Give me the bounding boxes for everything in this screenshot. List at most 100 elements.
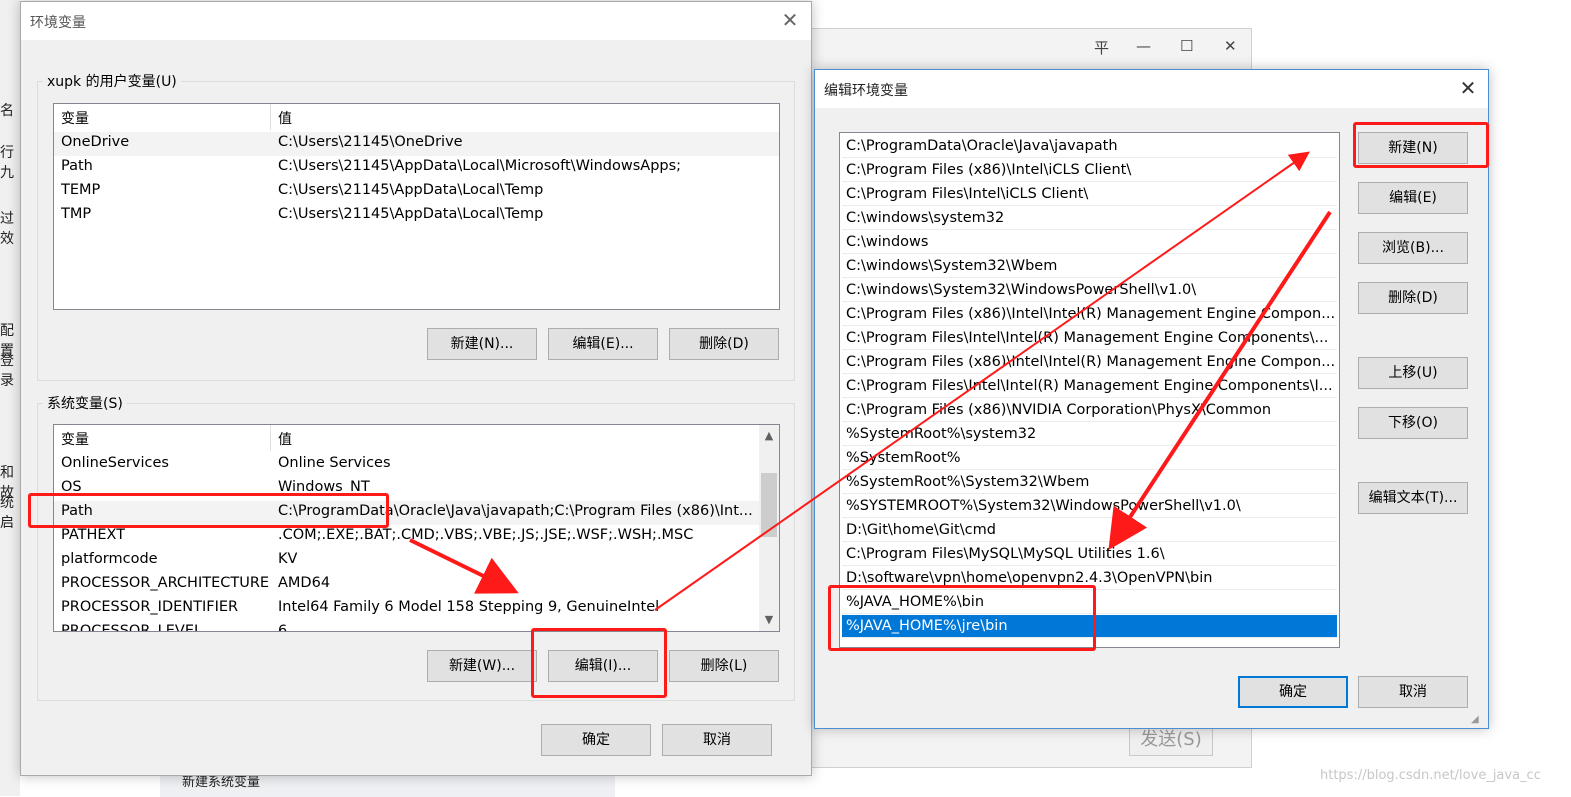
system-variables-list[interactable]: 变量 值 OnlineServices Online Services OS W… — [53, 424, 780, 632]
variable-value: 6 — [278, 623, 288, 632]
path-entry[interactable]: C:\windows — [842, 231, 1337, 254]
table-row[interactable]: PROCESSOR_LEVEL 6 — [54, 621, 779, 632]
table-row[interactable]: OnlineServices Online Services — [54, 453, 779, 477]
variable-value: C:\Users\21145\OneDrive — [278, 134, 463, 150]
column-header-variable[interactable]: 变量 — [61, 108, 89, 128]
path-entry[interactable]: C:\Program Files\MySQL\MySQL Utilities 1… — [842, 543, 1337, 566]
pin-icon[interactable]: 平 — [1094, 37, 1109, 58]
variable-name: platformcode — [61, 551, 158, 567]
variable-value: .COM;.EXE;.BAT;.CMD;.VBS;.VBE;.JS;.JSE;.… — [278, 527, 694, 543]
path-entry[interactable]: %SYSTEMROOT%\System32\WindowsPowerShell\… — [842, 495, 1337, 518]
env-ok-button[interactable]: 确定 — [541, 724, 651, 756]
variable-value: C:\Users\21145\AppData\Local\Temp — [278, 206, 544, 222]
background-left-panel: 名 行九 过效 配置 登录 和故 统启 — [0, 0, 20, 796]
path-entry[interactable]: C:\windows\system32 — [842, 207, 1337, 230]
send-button[interactable]: 发送(S) — [1129, 726, 1213, 756]
user-variables-list[interactable]: 变量 值 OneDrive C:\Users\21145\OneDrive Pa… — [53, 103, 780, 310]
path-entry[interactable]: C:\Program Files (x86)\NVIDIA Corporatio… — [842, 399, 1337, 422]
move-up-button[interactable]: 上移(U) — [1358, 357, 1468, 389]
table-row[interactable]: OneDrive C:\Users\21145\OneDrive — [54, 132, 779, 156]
variable-name: PROCESSOR_ARCHITECTURE — [61, 575, 270, 591]
env-variables-dialog: 环境变量 ✕ xupk 的用户变量(U) 变量 值 OneDrive C:\Us… — [20, 1, 812, 776]
variable-name: TEMP — [61, 182, 101, 198]
edit-dialog-titlebar[interactable]: 编辑环境变量 ✕ — [815, 70, 1488, 108]
path-list[interactable]: C:\ProgramData\Oracle\Java\javapath C:\Pr… — [839, 132, 1340, 648]
path-entry[interactable]: C:\Program Files (x86)\Intel\Intel(R) Ma… — [842, 303, 1337, 326]
list-header: 变量 值 — [54, 425, 779, 451]
variable-name: Path — [61, 158, 93, 174]
user-variables-label: xupk 的用户变量(U) — [43, 71, 181, 91]
watermark: https://blog.csdn.net/love_java_cc — [1320, 768, 1541, 783]
path-entry[interactable]: C:\ProgramData\Oracle\Java\javapath — [842, 135, 1337, 158]
variable-name: PATHEXT — [61, 527, 126, 543]
column-header-value[interactable]: 值 — [278, 108, 292, 128]
variable-value: C:\Users\21145\AppData\Local\Temp — [278, 182, 544, 198]
column-header-variable[interactable]: 变量 — [61, 429, 89, 449]
path-entry[interactable]: C:\windows\System32\Wbem — [842, 255, 1337, 278]
path-entry[interactable]: C:\Program Files\Intel\iCLS Client\ — [842, 183, 1337, 206]
system-variables-label: 系统变量(S) — [43, 393, 127, 413]
env-dialog-title: 环境变量 — [30, 15, 86, 31]
edit-ok-button[interactable]: 确定 — [1238, 676, 1348, 708]
user-edit-button[interactable]: 编辑(E)... — [548, 328, 658, 360]
variable-value: KV — [278, 551, 298, 567]
env-dialog-titlebar[interactable]: 环境变量 ✕ — [21, 2, 811, 40]
path-entry[interactable]: C:\Program Files\Intel\Intel(R) Manageme… — [842, 375, 1337, 398]
variable-value: Online Services — [278, 455, 391, 471]
close-icon[interactable]: ✕ — [779, 10, 801, 30]
maximize-icon[interactable]: ☐ — [1180, 37, 1193, 55]
column-header-value[interactable]: 值 — [278, 429, 292, 449]
left-fragment: 名 — [0, 103, 14, 119]
left-fragment: 登录 — [0, 353, 14, 389]
table-row[interactable]: PATHEXT .COM;.EXE;.BAT;.CMD;.VBS;.VBE;.J… — [54, 525, 779, 549]
path-entry[interactable]: C:\windows\System32\WindowsPowerShell\v1… — [842, 279, 1337, 302]
scroll-down-icon[interactable]: ▼ — [759, 611, 779, 629]
left-fragment: 过效 — [0, 211, 14, 247]
system-delete-button[interactable]: 删除(L) — [669, 650, 779, 682]
minimize-icon[interactable]: — — [1136, 37, 1151, 55]
path-entry[interactable]: C:\Program Files (x86)\Intel\iCLS Client… — [842, 159, 1337, 182]
annotation-new-button — [1353, 122, 1489, 168]
annotation-java-paths — [828, 585, 1096, 651]
edit-text-button[interactable]: 编辑文本(T)... — [1358, 482, 1468, 514]
annotation-path-row — [28, 493, 389, 528]
close-icon[interactable]: ✕ — [1224, 37, 1237, 55]
user-delete-button[interactable]: 删除(D) — [669, 328, 779, 360]
variable-value: Intel64 Family 6 Model 158 Stepping 9, G… — [278, 599, 660, 615]
scroll-thumb[interactable] — [761, 473, 777, 537]
table-row[interactable]: PROCESSOR_ARCHITECTURE AMD64 — [54, 573, 779, 597]
column-divider — [270, 104, 271, 130]
table-row[interactable]: platformcode KV — [54, 549, 779, 573]
table-row[interactable]: Path C:\Users\21145\AppData\Local\Micros… — [54, 156, 779, 180]
env-cancel-button[interactable]: 取消 — [662, 724, 772, 756]
path-browse-button[interactable]: 浏览(B)... — [1358, 232, 1468, 264]
left-fragment: 统启 — [0, 495, 14, 531]
edit-dialog-title: 编辑环境变量 — [824, 83, 908, 99]
path-delete-button[interactable]: 删除(D) — [1358, 282, 1468, 314]
left-fragment: 行九 — [0, 145, 14, 181]
list-header: 变量 值 — [54, 104, 779, 130]
table-row[interactable]: PROCESSOR_IDENTIFIER Intel64 Family 6 Mo… — [54, 597, 779, 621]
table-row[interactable]: TMP C:\Users\21145\AppData\Local\Temp — [54, 204, 779, 228]
path-entry[interactable]: C:\Program Files (x86)\Intel\Intel(R) Ma… — [842, 351, 1337, 374]
system-list-scrollbar[interactable]: ▲ ▼ — [759, 425, 779, 631]
variable-value: C:\Users\21145\AppData\Local\Microsoft\W… — [278, 158, 682, 174]
edit-cancel-button[interactable]: 取消 — [1358, 676, 1468, 708]
scroll-up-icon[interactable]: ▲ — [759, 427, 779, 445]
variable-name: PROCESSOR_LEVEL — [61, 623, 203, 632]
path-entry[interactable]: %SystemRoot%\System32\Wbem — [842, 471, 1337, 494]
close-icon[interactable]: ✕ — [1457, 78, 1479, 98]
resize-grip-icon[interactable]: ◢ — [1471, 714, 1479, 725]
user-new-button[interactable]: 新建(N)... — [427, 328, 537, 360]
path-entry[interactable]: %SystemRoot%\system32 — [842, 423, 1337, 446]
path-entry[interactable]: D:\Git\home\Git\cmd — [842, 519, 1337, 542]
path-entry[interactable]: C:\Program Files\Intel\Intel(R) Manageme… — [842, 327, 1337, 350]
variable-value: AMD64 — [278, 575, 331, 591]
table-row[interactable]: TEMP C:\Users\21145\AppData\Local\Temp — [54, 180, 779, 204]
system-new-button[interactable]: 新建(W)... — [427, 650, 537, 682]
path-edit-button[interactable]: 编辑(E) — [1358, 182, 1468, 214]
move-down-button[interactable]: 下移(O) — [1358, 407, 1468, 439]
variable-name: OnlineServices — [61, 455, 169, 471]
path-entry[interactable]: %SystemRoot% — [842, 447, 1337, 470]
variable-name: TMP — [61, 206, 92, 222]
